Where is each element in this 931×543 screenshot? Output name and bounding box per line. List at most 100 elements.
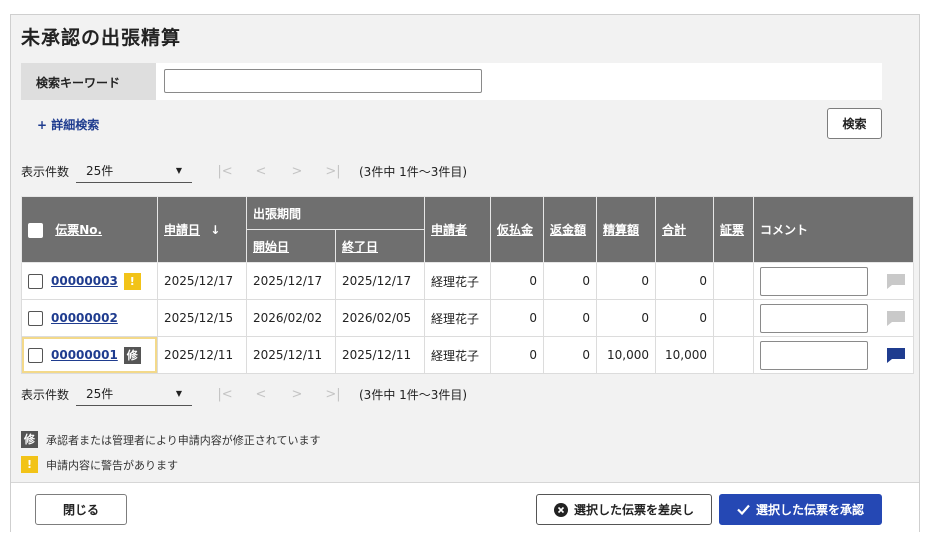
comment-cell: [753, 262, 915, 300]
application-date-cell: 2025/12/17: [157, 262, 247, 300]
warning-icon: !: [21, 456, 38, 473]
total-cell: 10,000: [655, 336, 715, 374]
receipt-cell: [713, 336, 755, 374]
header-settlement[interactable]: 精算額: [596, 196, 657, 263]
first-page-icon[interactable]: |<: [217, 164, 233, 179]
settlement-cell: 10,000: [596, 336, 657, 374]
total-cell: 0: [655, 299, 715, 337]
comment-cell: [753, 336, 915, 374]
select-all-checkbox[interactable]: [28, 223, 43, 238]
voucher-table: 伝票No. 申請日 ↓ 出張期間 申請者 仮払金 返金額 精算額 合計 証票 コ…: [21, 196, 915, 374]
header-refund[interactable]: 返金額: [543, 196, 598, 263]
advance-cell: 0: [490, 299, 545, 337]
voucher-link[interactable]: 00000002: [51, 311, 118, 325]
end-date-cell: 2025/12/11: [334, 336, 426, 374]
per-page-value: 25件: [86, 387, 114, 401]
next-page-icon[interactable]: >: [289, 164, 305, 179]
start-date-cell: 2025/12/11: [246, 336, 336, 374]
header-applicant[interactable]: 申請者: [424, 196, 492, 263]
legend-warning-text: 申請内容に警告があります: [46, 458, 178, 472]
return-button[interactable]: 選択した伝票を差戻し: [536, 494, 712, 525]
advance-cell: 0: [490, 262, 545, 300]
end-date-cell: 2026/02/05: [334, 299, 426, 337]
per-page-select[interactable]: 25件 ▼: [76, 159, 192, 183]
check-icon: [737, 504, 750, 515]
chat-icon[interactable]: [886, 310, 906, 327]
comment-cell: [753, 299, 915, 337]
legend-modified-text: 承認者または管理者により申請内容が修正されています: [46, 433, 321, 447]
row-checkbox[interactable]: [28, 310, 43, 326]
first-page-icon[interactable]: |<: [217, 387, 233, 402]
detail-search-link[interactable]: + 詳細検索: [37, 116, 99, 133]
sort-desc-arrow-icon: ↓: [210, 223, 221, 237]
chat-icon[interactable]: [886, 347, 906, 364]
close-circle-icon: [553, 502, 568, 517]
comment-input[interactable]: [760, 340, 869, 370]
applicant-cell: 経理花子: [424, 336, 492, 374]
expense-approval-panel: 未承認の出張精算 検索キーワード + 詳細検索 検索 表示件数 25件 ▼ |<…: [10, 14, 920, 532]
last-page-icon[interactable]: >|: [325, 164, 341, 179]
legend-warning: ! 申請内容に警告があります: [21, 456, 178, 473]
per-page-select[interactable]: 25件 ▼: [76, 382, 192, 406]
header-application-date[interactable]: 申請日 ↓: [157, 196, 247, 263]
page-range: (3件中 1件〜3件目): [359, 387, 468, 402]
header-comment: コメント: [753, 196, 915, 263]
voucher-link[interactable]: 00000003: [51, 274, 118, 288]
header-total[interactable]: 合計: [655, 196, 715, 263]
advance-cell: 0: [490, 336, 545, 374]
pager-bottom: 表示件数 25件 ▼ |< < > >| (3件中 1件〜3件目): [21, 382, 467, 406]
end-date-cell: 2025/12/17: [334, 262, 426, 300]
start-date-cell: 2025/12/17: [246, 262, 336, 300]
settlement-cell: 0: [596, 262, 657, 300]
approve-button-label: 選択した伝票を承認: [755, 503, 864, 517]
table-row: 00000002 2025/12/15 2026/02/02 2026/02/0…: [21, 299, 915, 337]
header-trip-period: 出張期間: [245, 196, 426, 230]
modified-icon: 修: [21, 431, 38, 448]
applicant-cell: 経理花子: [424, 262, 492, 300]
application-date-cell: 2025/12/11: [157, 336, 247, 374]
header-start-date[interactable]: 開始日: [246, 229, 336, 263]
prev-page-icon[interactable]: <: [253, 387, 269, 402]
receipt-cell: [713, 299, 755, 337]
refund-cell: 0: [543, 336, 598, 374]
footer-bar: 閉じる 選択した伝票を差戻し 選択した伝票を承認: [11, 482, 919, 532]
modified-icon: 修: [123, 346, 141, 364]
close-button[interactable]: 閉じる: [35, 494, 127, 525]
prev-page-icon[interactable]: <: [253, 164, 269, 179]
header-voucher-no[interactable]: 伝票No.: [21, 196, 158, 263]
header-advance[interactable]: 仮払金: [490, 196, 545, 263]
approve-button[interactable]: 選択した伝票を承認: [719, 494, 882, 525]
voucher-cell: 00000002: [21, 299, 158, 337]
return-button-label: 選択した伝票を差戻し: [573, 503, 694, 517]
settlement-cell: 0: [596, 299, 657, 337]
chevron-down-icon: ▼: [175, 166, 182, 175]
last-page-icon[interactable]: >|: [325, 387, 341, 402]
search-button[interactable]: 検索: [827, 108, 882, 139]
page-title: 未承認の出張精算: [21, 27, 182, 49]
chat-icon[interactable]: [886, 273, 906, 290]
per-page-label: 表示件数: [21, 387, 70, 402]
row-checkbox[interactable]: [28, 347, 43, 363]
table-row: 00000003! 2025/12/17 2025/12/17 2025/12/…: [21, 262, 915, 300]
chevron-down-icon: ▼: [175, 389, 182, 398]
per-page-label: 表示件数: [21, 164, 70, 179]
pager-top: 表示件数 25件 ▼ |< < > >| (3件中 1件〜3件目): [21, 159, 467, 183]
keyword-input[interactable]: [164, 69, 482, 93]
per-page-value: 25件: [86, 164, 114, 178]
warning-icon: !: [123, 272, 141, 290]
applicant-cell: 経理花子: [424, 299, 492, 337]
refund-cell: 0: [543, 299, 598, 337]
header-receipt[interactable]: 証票: [713, 196, 755, 263]
receipt-cell: [713, 262, 755, 300]
voucher-link[interactable]: 00000001: [51, 348, 118, 362]
keyword-label: 検索キーワード: [21, 63, 156, 100]
comment-input[interactable]: [760, 266, 869, 296]
row-checkbox[interactable]: [28, 273, 43, 289]
application-date-cell: 2025/12/15: [157, 299, 247, 337]
next-page-icon[interactable]: >: [289, 387, 305, 402]
refund-cell: 0: [543, 262, 598, 300]
page-range: (3件中 1件〜3件目): [359, 164, 468, 179]
comment-input[interactable]: [760, 303, 869, 333]
header-end-date[interactable]: 終了日: [334, 229, 426, 263]
total-cell: 0: [655, 262, 715, 300]
